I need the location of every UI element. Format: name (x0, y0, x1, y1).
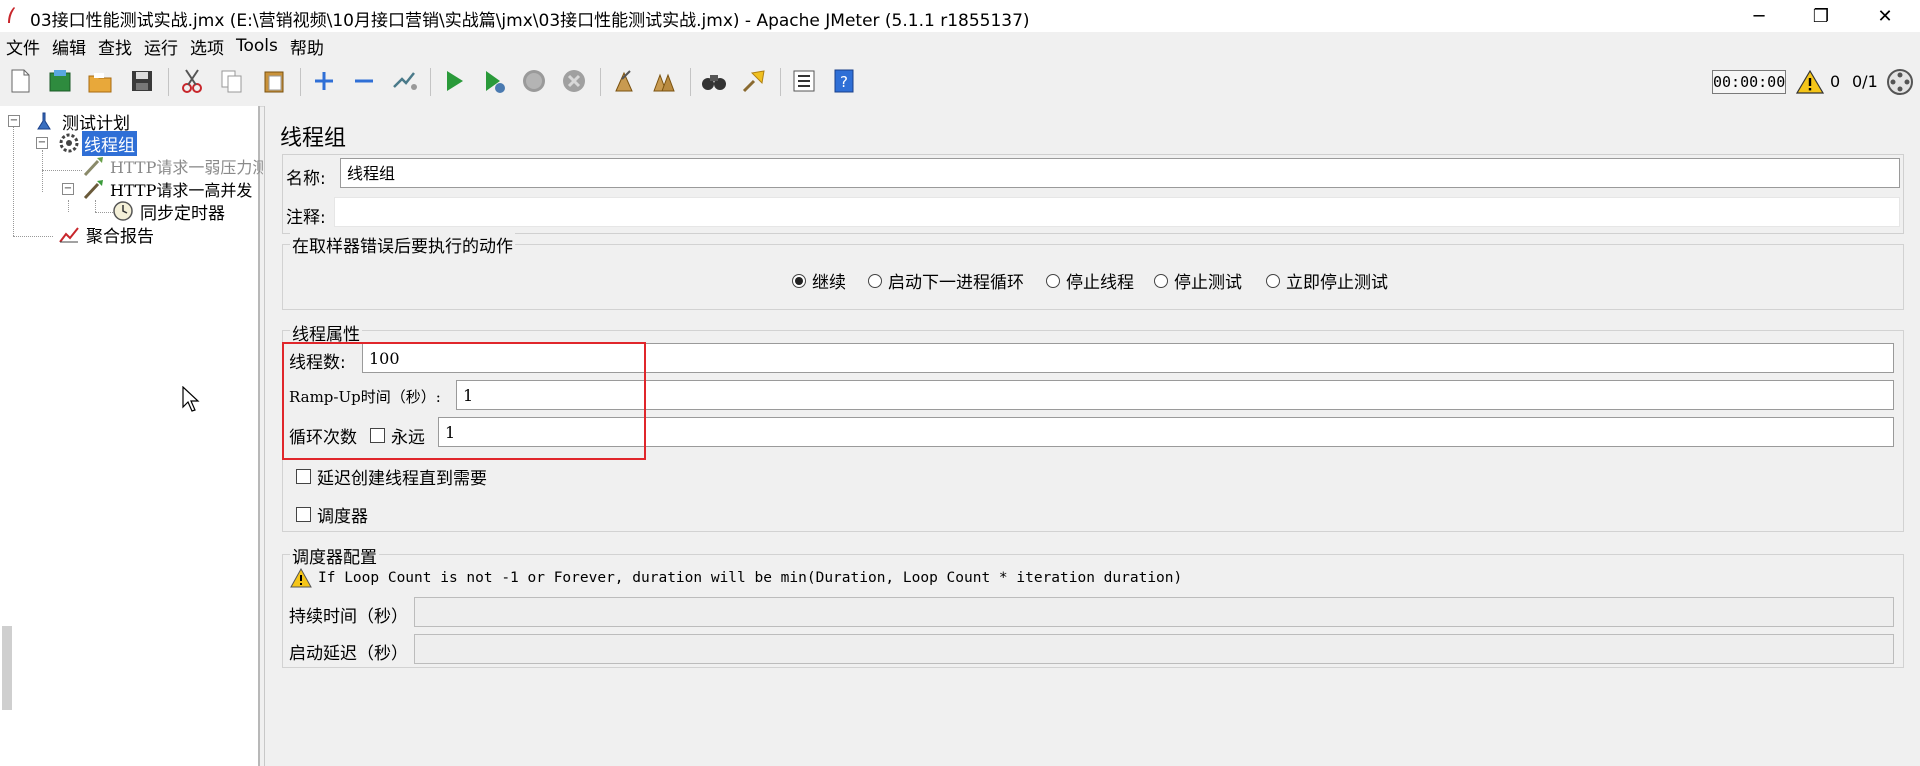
window-title: 03接口性能测试实战.jmx (E:\营销视频\10月接口营销\实战篇\jmx\… (30, 11, 1030, 31)
restore-button[interactable]: ❐ (1788, 0, 1854, 32)
tree-collapse-toggle[interactable]: − (62, 183, 74, 195)
menu-run[interactable]: 运行 (138, 34, 184, 59)
elapsed-time: 00:00:00 (1712, 70, 1786, 94)
new-icon[interactable] (4, 64, 36, 98)
svg-text:?: ? (840, 73, 848, 91)
scheduler-config-legend: 调度器配置 (290, 543, 379, 568)
sampler-icon (83, 157, 103, 177)
startup-delay-label: 启动延迟（秒） (289, 644, 408, 664)
scheduler-checkbox[interactable]: 调度器 (296, 502, 368, 527)
stop-icon[interactable] (518, 64, 550, 98)
minimize-button[interactable]: ─ (1726, 0, 1792, 32)
startup-delay-field[interactable] (414, 634, 1894, 664)
templates-icon[interactable] (44, 64, 76, 98)
menu-tools[interactable]: Tools (230, 36, 284, 56)
tree-item-http-weak-pressure[interactable]: HTTP请求一弱压力测 (82, 155, 270, 177)
thread-group-icon (59, 133, 79, 153)
warning-count: 0 (1830, 72, 1841, 91)
title-bar: 03接口性能测试实战.jmx (E:\营销视频\10月接口营销\实战篇\jmx\… (0, 0, 1920, 32)
tree-item-thread-group[interactable]: 线程组 (58, 130, 137, 156)
menu-search[interactable]: 查找 (92, 34, 138, 59)
duration-label: 持续时间（秒） (289, 607, 408, 627)
jmeter-feather-icon (8, 7, 15, 23)
shutdown-icon[interactable] (558, 64, 590, 98)
radio-stop-test[interactable]: 停止测试 (1154, 268, 1242, 293)
loop-count-field[interactable]: 1 (438, 417, 1894, 447)
save-icon[interactable] (126, 64, 158, 98)
radio-stop-test-now[interactable]: 立即停止测试 (1266, 268, 1388, 293)
open-icon[interactable] (84, 64, 116, 98)
comment-label: 注释: (286, 208, 326, 228)
menu-help[interactable]: 帮助 (284, 34, 330, 59)
start-no-pause-icon[interactable] (478, 64, 510, 98)
copy-icon[interactable] (216, 64, 248, 98)
start-icon[interactable] (438, 64, 470, 98)
tree-item-http-high-concurrency[interactable]: HTTP请求一高并发 (82, 178, 254, 200)
menu-bar: 文件 编辑 查找 运行 选项 Tools 帮助 (0, 32, 1920, 60)
name-label: 名称: (286, 169, 326, 189)
tree-item-aggregate-report[interactable]: 聚合报告 (58, 223, 156, 247)
loop-count-warning: If Loop Count is not -1 or Forever, dura… (290, 568, 1182, 588)
error-action-legend: 在取样器错误后要执行的动作 (290, 232, 515, 257)
page-title: 线程组 (280, 126, 347, 151)
search-icon[interactable] (698, 64, 730, 98)
duration-field[interactable] (414, 597, 1894, 627)
menu-edit[interactable]: 编辑 (46, 34, 92, 59)
status-gear-icon (1887, 69, 1913, 95)
expand-icon[interactable] (308, 64, 340, 98)
warning-icon (290, 568, 312, 588)
help-icon[interactable]: ? (828, 64, 860, 98)
tree-collapse-toggle[interactable]: − (8, 115, 20, 127)
paste-icon[interactable] (258, 64, 290, 98)
sampler-icon (83, 180, 103, 200)
function-helper-icon[interactable] (788, 64, 820, 98)
timer-icon (113, 201, 133, 221)
cut-icon[interactable] (176, 64, 208, 98)
tree-collapse-toggle[interactable]: − (36, 137, 48, 149)
radio-stop-thread[interactable]: 停止线程 (1046, 268, 1134, 293)
tree-item-test-plan[interactable]: 测试计划 (34, 110, 132, 134)
tree-item-sync-timer[interactable]: 同步定时器 (112, 200, 227, 224)
menu-options[interactable]: 选项 (184, 34, 230, 59)
tree-scrollbar[interactable] (2, 626, 12, 710)
name-field[interactable]: 线程组 (340, 158, 1900, 188)
delay-thread-creation-checkbox[interactable]: 延迟创建线程直到需要 (296, 464, 487, 489)
close-button[interactable]: ✕ (1852, 0, 1918, 32)
reset-search-icon[interactable] (738, 64, 770, 98)
radio-start-next-loop[interactable]: 启动下一进程循环 (868, 268, 1024, 293)
radio-continue[interactable]: 继续 (792, 268, 846, 293)
clear-icon[interactable] (608, 64, 640, 98)
report-icon (59, 227, 79, 243)
mouse-cursor-icon (182, 386, 200, 412)
active-thread-count: 0/1 (1852, 72, 1878, 91)
warning-icon[interactable] (1796, 69, 1824, 94)
collapse-icon[interactable] (348, 64, 380, 98)
rampup-field[interactable]: 1 (456, 380, 1894, 410)
clear-all-icon[interactable] (648, 64, 680, 98)
menu-file[interactable]: 文件 (0, 34, 46, 59)
comment-field[interactable] (334, 197, 1900, 227)
toggle-icon[interactable] (388, 64, 420, 98)
test-plan-icon (37, 112, 51, 130)
highlight-annotation (282, 342, 646, 460)
